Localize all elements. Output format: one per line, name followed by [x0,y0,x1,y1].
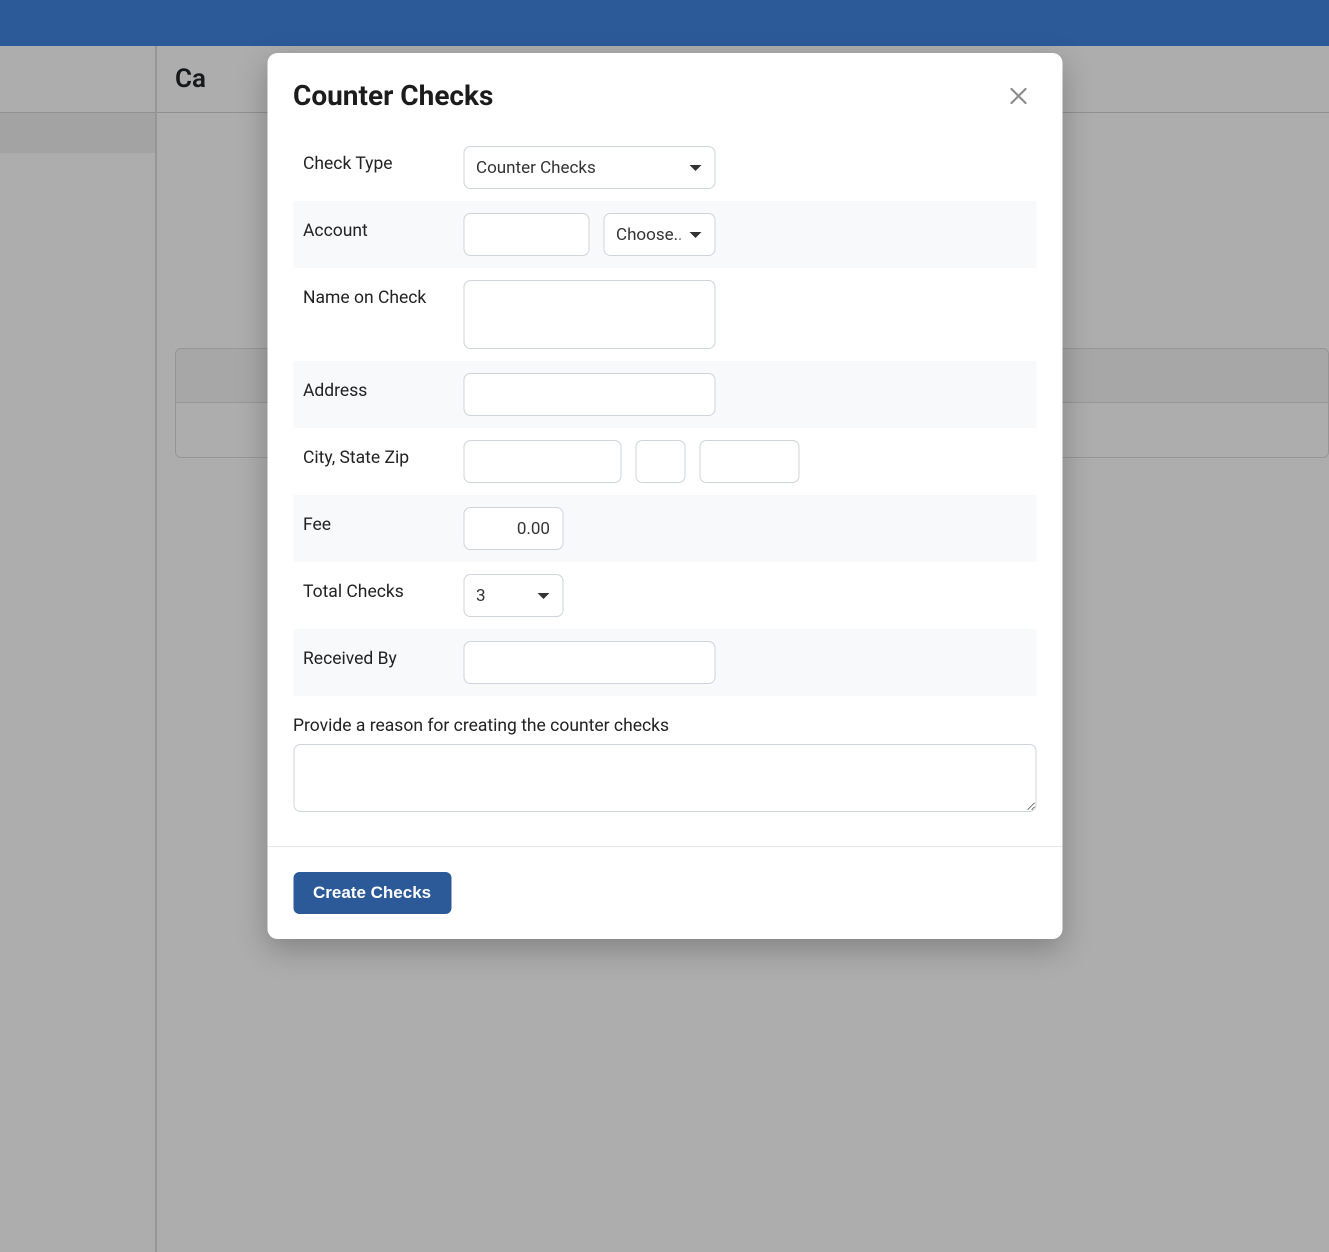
row-account: Account Choose... [293,201,1036,268]
row-city-state-zip: City, State Zip [293,428,1036,495]
account-select[interactable]: Choose... [603,213,715,256]
row-check-type: Check Type Counter Checks [293,134,1036,201]
label-reason: Provide a reason for creating the counte… [293,696,1036,744]
fee-input[interactable] [463,507,563,550]
row-name-on-check: Name on Check [293,268,1036,361]
address-input[interactable] [463,373,715,416]
label-address: Address [303,373,463,401]
label-city-state-zip: City, State Zip [303,440,463,468]
row-address: Address [293,361,1036,428]
label-check-type: Check Type [303,146,463,174]
received-by-input[interactable] [463,641,715,684]
label-name-on-check: Name on Check [303,280,463,308]
close-button[interactable] [1000,82,1036,110]
reason-input[interactable] [293,744,1036,812]
row-total-checks: Total Checks 3 [293,562,1036,629]
create-checks-button[interactable]: Create Checks [293,872,451,914]
zip-input[interactable] [699,440,799,483]
label-fee: Fee [303,507,463,535]
top-banner [0,0,1329,46]
city-input[interactable] [463,440,621,483]
close-icon [1008,86,1028,106]
counter-checks-modal: Counter Checks Check Type Counter Checks… [267,53,1062,939]
state-input[interactable] [635,440,685,483]
modal-title: Counter Checks [293,79,493,112]
check-type-select[interactable]: Counter Checks [463,146,715,189]
label-received-by: Received By [303,641,463,669]
total-checks-select[interactable]: 3 [463,574,563,617]
name-on-check-input[interactable] [463,280,715,349]
account-number-input[interactable] [463,213,589,256]
label-total-checks: Total Checks [303,574,463,602]
row-received-by: Received By [293,629,1036,696]
label-account: Account [303,213,463,241]
row-fee: Fee [293,495,1036,562]
